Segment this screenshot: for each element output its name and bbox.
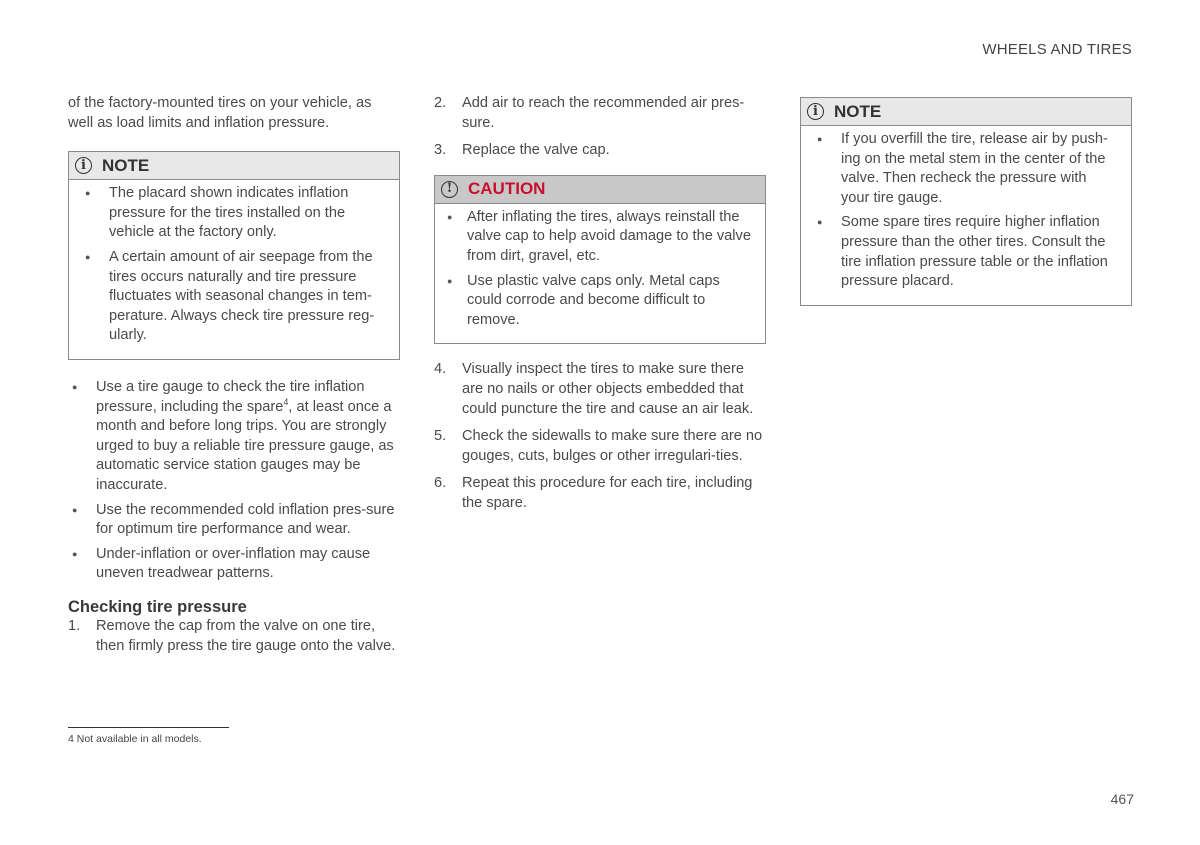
- info-icon: i: [807, 103, 824, 120]
- note-header: i NOTE: [69, 152, 399, 181]
- footnote: 4 Not available in all models.: [68, 733, 202, 745]
- note-header: i NOTE: [801, 98, 1131, 126]
- note-item: The placard shown indicates inflation pr…: [79, 184, 385, 243]
- exclamation-icon: !: [441, 180, 458, 198]
- column-2: 2. Add air to reach the recommended air p…: [434, 94, 766, 522]
- caution-title: CAUTION: [468, 179, 546, 199]
- column-1: of the factory-mounted tires on your veh…: [68, 94, 400, 665]
- note-item: A certain amount of air seepage from the…: [79, 248, 385, 346]
- column-3: i NOTE If you overfill the tire, release…: [800, 97, 1132, 306]
- step-item: 6. Repeat this procedure for each tire, i…: [434, 475, 753, 511]
- note-item: If you overfill the tire, release air by…: [811, 130, 1117, 208]
- step-item: 5. Check the sidewalls to make sure there…: [434, 428, 763, 464]
- note-title: NOTE: [102, 155, 150, 175]
- step-item: 4. Visually inspect the tires to make sur…: [434, 361, 754, 417]
- page-number: 467: [1110, 791, 1134, 807]
- note-title: NOTE: [834, 101, 882, 121]
- note-item: Some spare tires require higher inflatio…: [811, 213, 1117, 291]
- note-box: i NOTE The placard shown indicates infla…: [68, 151, 400, 360]
- section-heading: Checking tire pressure: [68, 597, 247, 616]
- info-icon: i: [75, 157, 92, 175]
- step-item: 3. Replace the valve cap.: [434, 142, 610, 159]
- bullet-item: Under-inflation or over-inflation may ca…: [68, 545, 400, 584]
- note-box: i NOTE If you overfill the tire, release…: [800, 97, 1132, 306]
- bullet-item: Use a tire gauge to check the tire infla…: [68, 378, 400, 496]
- intro-paragraph: of the factory-mounted tires on your veh…: [68, 95, 372, 131]
- footnote-divider: [68, 727, 229, 728]
- step-item: 1. Remove the cap from the valve on one t…: [68, 618, 396, 655]
- caution-item: After inflating the tires, always reinst…: [441, 208, 751, 267]
- bullet-item: Use the recommended cold inflation pres-…: [68, 501, 400, 540]
- caution-box: ! CAUTION After inflating the tires, alw…: [434, 174, 766, 345]
- step-item: 2. Add air to reach the recommended air p…: [434, 95, 745, 131]
- caution-header: ! CAUTION: [435, 175, 765, 204]
- section-title: WHEELS AND TIRES: [982, 41, 1132, 58]
- caution-item: Use plastic valve caps only. Metal caps …: [441, 272, 751, 331]
- footnote-text: Not available in all models.: [73, 733, 202, 745]
